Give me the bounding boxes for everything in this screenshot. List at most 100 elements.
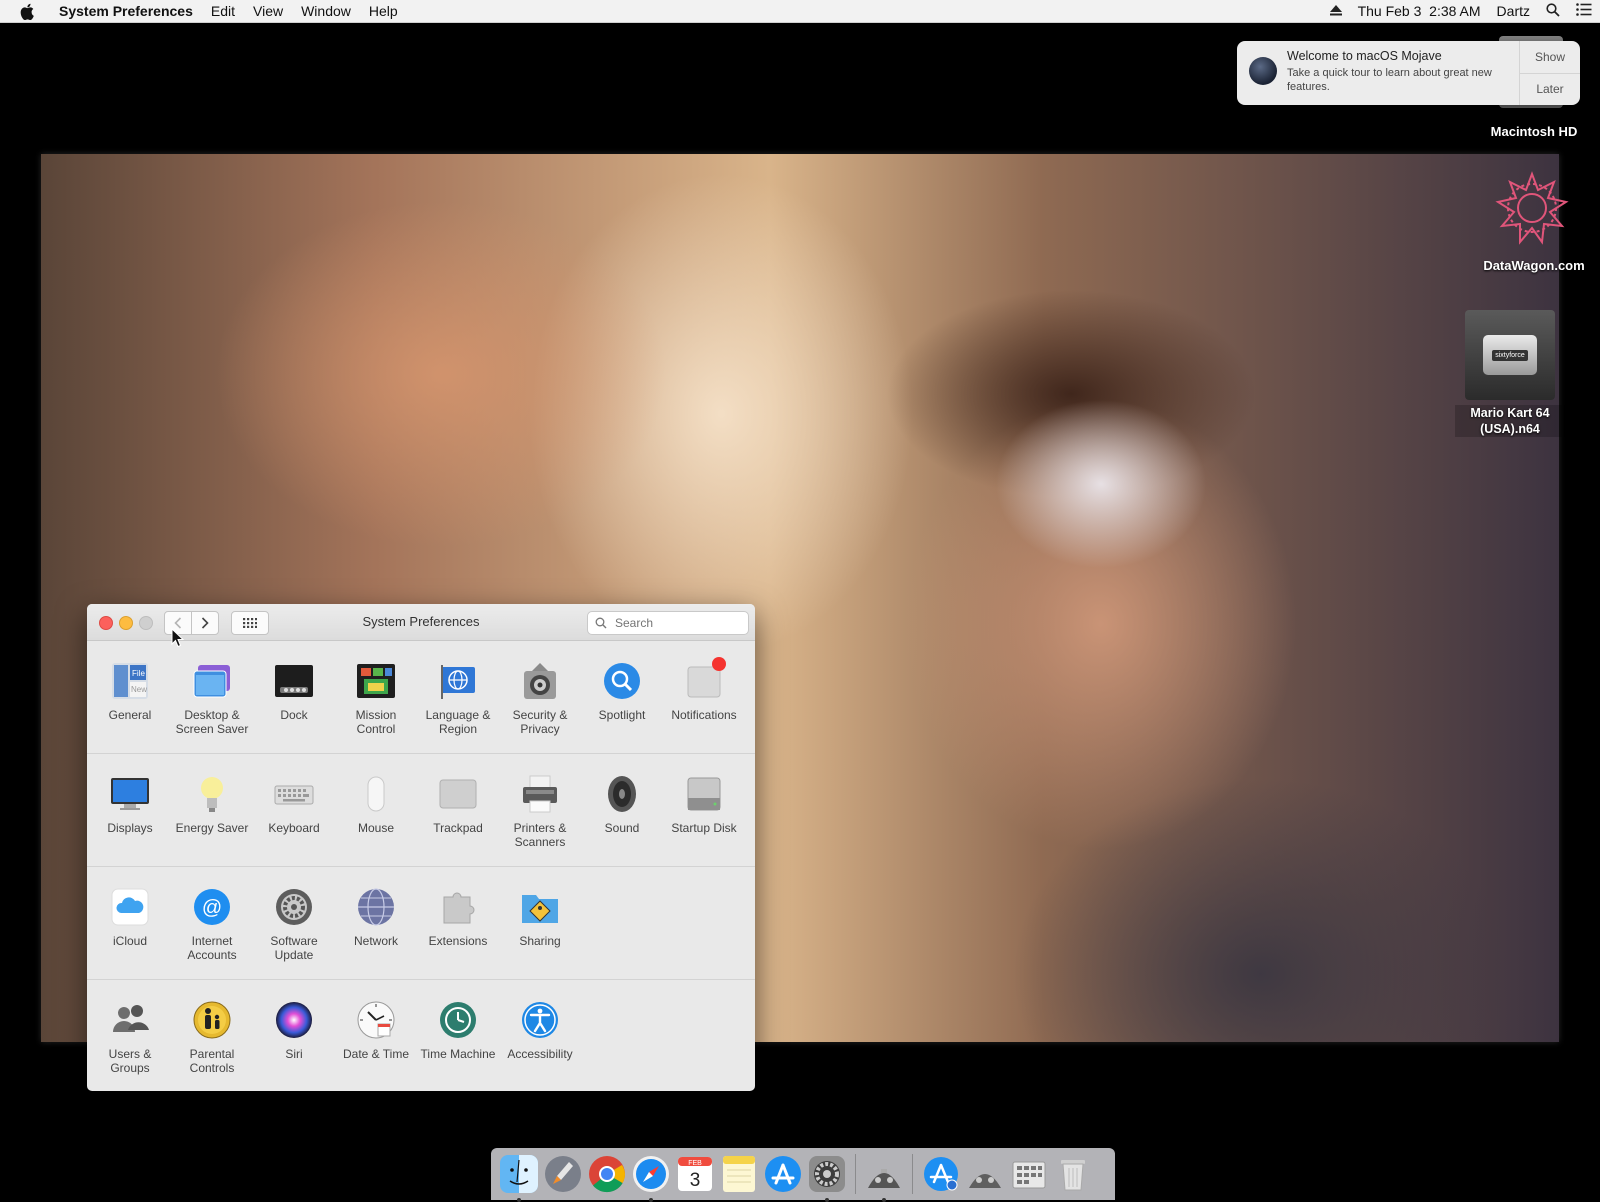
- pref-displays[interactable]: Displays: [89, 754, 171, 866]
- accessibility-icon: [520, 1000, 560, 1040]
- pref-notifications[interactable]: Notifications: [663, 641, 745, 753]
- pref-sharing[interactable]: Sharing: [499, 867, 581, 979]
- pref-parental-controls[interactable]: Parental Controls: [171, 980, 253, 1091]
- search-input[interactable]: [613, 615, 737, 631]
- pref-internet-accounts[interactable]: @ Internet Accounts: [171, 867, 253, 979]
- pref-sound-label: Sound: [604, 821, 640, 835]
- system-preferences-icon[interactable]: [807, 1154, 847, 1202]
- pref-date-time[interactable]: Date & Time: [335, 980, 417, 1091]
- pref-time-machine[interactable]: Time Machine: [417, 980, 499, 1091]
- pref-general[interactable]: File New General: [89, 641, 171, 753]
- menu-user[interactable]: Dartz: [1497, 3, 1530, 19]
- running-indicator: [882, 1198, 886, 1202]
- pref-accessibility[interactable]: Accessibility: [499, 980, 581, 1091]
- zoom-button[interactable]: [139, 616, 153, 630]
- minimize-button[interactable]: [119, 616, 133, 630]
- pref-time-machine-label: Time Machine: [420, 1047, 496, 1061]
- pref-siri[interactable]: Siri: [253, 980, 335, 1091]
- calendar-day: 3: [690, 1170, 701, 1191]
- app-store-icon[interactable]: [763, 1154, 803, 1194]
- close-button[interactable]: [99, 616, 113, 630]
- chevron-right-icon: [201, 617, 209, 629]
- mouse-icon: [356, 774, 396, 814]
- mario-kart-label-line1: Mario Kart 64: [1470, 406, 1550, 420]
- pref-energy-saver[interactable]: Energy Saver: [171, 754, 253, 866]
- pref-mission-control[interactable]: Mission Control: [335, 641, 417, 753]
- security-privacy-icon: [520, 661, 560, 701]
- spotlight-search-icon[interactable]: [1546, 2, 1560, 20]
- datawagon-logo-icon[interactable]: [1494, 170, 1570, 246]
- finder-icon[interactable]: [499, 1154, 539, 1202]
- menu-app-name[interactable]: System Preferences: [50, 0, 202, 22]
- pref-mouse[interactable]: Mouse: [335, 754, 417, 866]
- pref-startup-disk[interactable]: Startup Disk: [663, 754, 745, 866]
- sharing-icon: [520, 887, 560, 927]
- pref-extensions[interactable]: Extensions: [417, 867, 499, 979]
- notes-icon[interactable]: [719, 1154, 759, 1194]
- search-icon: [595, 617, 607, 629]
- menu-help[interactable]: Help: [360, 0, 407, 22]
- mario-kart-file-icon[interactable]: sixtyforce: [1465, 310, 1555, 400]
- pref-sound[interactable]: Sound: [581, 754, 663, 866]
- dock-icon: [274, 661, 314, 701]
- eject-icon[interactable]: [1329, 3, 1342, 19]
- prefs-section-personal: File New General Desktop & Screen Saver D…: [87, 641, 755, 754]
- pref-trackpad[interactable]: Trackpad: [417, 754, 499, 866]
- safari-icon[interactable]: [631, 1154, 671, 1202]
- sixtyforce-icon[interactable]: [864, 1154, 904, 1202]
- menu-datetime[interactable]: Thu Feb 3 2:38 AM: [1358, 3, 1481, 19]
- forward-button[interactable]: [191, 611, 219, 635]
- pref-printers-scanners[interactable]: Printers & Scanners: [499, 754, 581, 866]
- pref-desktop-screen-saver[interactable]: Desktop & Screen Saver: [171, 641, 253, 753]
- svg-text:New: New: [131, 685, 147, 694]
- software-update-icon: [274, 887, 314, 927]
- language-region-icon: [438, 661, 478, 701]
- apple-icon[interactable]: [18, 2, 36, 20]
- trackpad-icon: [438, 774, 478, 814]
- desktop-screen-saver-icon: [192, 661, 232, 701]
- extensions-icon: [438, 887, 478, 927]
- trash-icon[interactable]: [1053, 1154, 1093, 1194]
- launchpad-icon[interactable]: [543, 1154, 583, 1194]
- show-all-button[interactable]: [231, 611, 269, 635]
- startup-disk-icon: [684, 774, 724, 814]
- mario-kart-file-label[interactable]: Mario Kart 64 (USA).n64: [1455, 405, 1565, 437]
- pref-users-groups[interactable]: Users & Groups: [89, 980, 171, 1091]
- menu-edit[interactable]: Edit: [202, 0, 244, 22]
- menu-view[interactable]: View: [244, 0, 292, 22]
- pref-keyboard[interactable]: Keyboard: [253, 754, 335, 866]
- mojave-welcome-notification[interactable]: Welcome to macOS Mojave Take a quick tou…: [1237, 41, 1580, 105]
- cartridge-brand-label: sixtyforce: [1492, 349, 1528, 361]
- keyboard-icon: [274, 774, 314, 814]
- macintosh-hd-label[interactable]: Macintosh HD: [1470, 124, 1598, 139]
- app-store-downloads-icon[interactable]: [921, 1154, 961, 1194]
- pref-keyboard-label: Keyboard: [268, 821, 320, 835]
- menu-window[interactable]: Window: [292, 0, 360, 22]
- pref-network-label: Network: [353, 934, 398, 948]
- pref-notifications-label: Notifications: [671, 708, 737, 722]
- grid-icon: [243, 618, 257, 628]
- menu-bar: System Preferences Edit View Window Help…: [0, 0, 1600, 23]
- notification-center-icon[interactable]: [1576, 3, 1592, 19]
- network-icon: [356, 887, 396, 927]
- pref-network[interactable]: Network: [335, 867, 417, 979]
- sixtyforce-stack-icon[interactable]: [965, 1154, 1005, 1194]
- pref-dock[interactable]: Dock: [253, 641, 335, 753]
- datawagon-label[interactable]: DataWagon.com: [1470, 258, 1598, 273]
- pref-software-update[interactable]: Software Update: [253, 867, 335, 979]
- pref-software-update-label: Software Update: [270, 934, 318, 962]
- notification-show-button[interactable]: Show: [1520, 41, 1580, 73]
- calendar-icon[interactable]: FEB 3: [675, 1154, 715, 1194]
- window-titlebar[interactable]: System Preferences: [87, 604, 755, 641]
- pref-language-region[interactable]: Language & Region: [417, 641, 499, 753]
- internet-accounts-icon: @: [192, 887, 232, 927]
- pref-icloud[interactable]: iCloud: [89, 867, 171, 979]
- pref-spotlight[interactable]: Spotlight: [581, 641, 663, 753]
- chrome-icon[interactable]: [587, 1154, 627, 1194]
- pref-general-label: General: [108, 708, 152, 722]
- running-indicator: [825, 1198, 829, 1202]
- notification-later-button[interactable]: Later: [1520, 72, 1580, 106]
- pref-security-privacy[interactable]: Security & Privacy: [499, 641, 581, 753]
- search-field[interactable]: [587, 611, 749, 635]
- utilities-stack-icon[interactable]: [1009, 1154, 1049, 1194]
